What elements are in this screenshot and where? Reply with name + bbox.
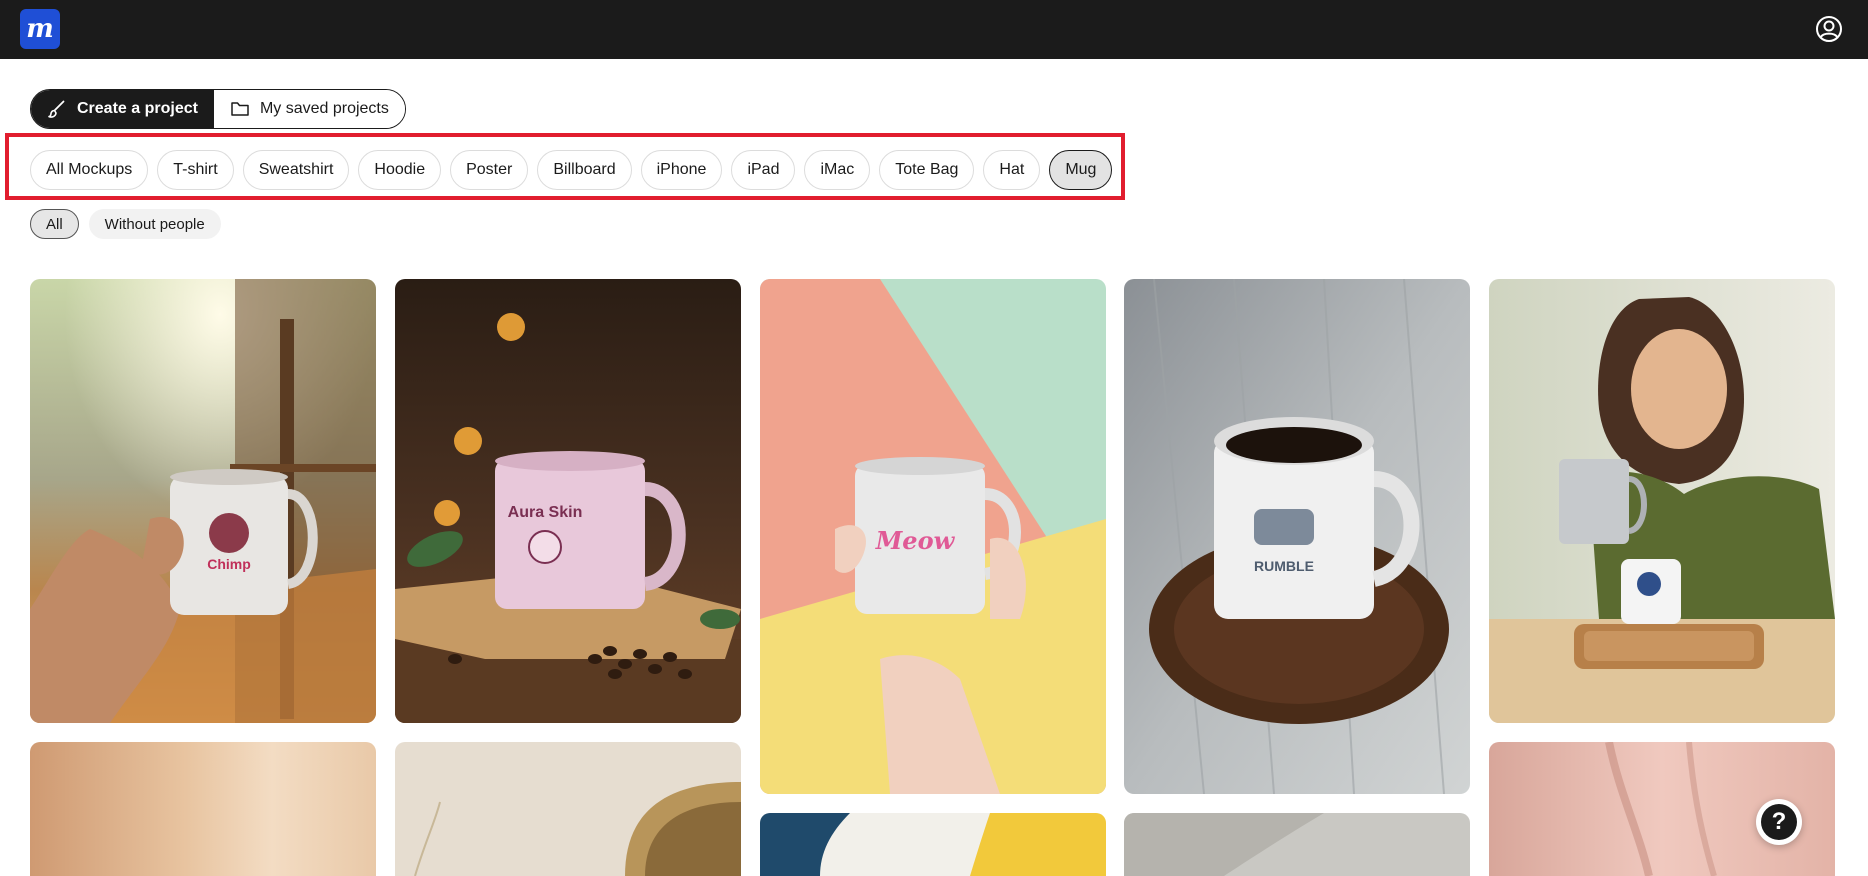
create-project-button[interactable]: Create a project (31, 90, 214, 128)
mockup-card[interactable]: Meow (760, 279, 1106, 794)
mockup-card[interactable]: RUMBLE (1124, 279, 1470, 794)
project-switcher: Create a project My saved projects (30, 89, 406, 129)
create-project-label: Create a project (77, 100, 198, 117)
brush-icon (48, 100, 65, 118)
people-filters: All Without people (30, 209, 221, 239)
mockup-image: Aura Skin (395, 279, 741, 723)
mockup-card[interactable] (1124, 813, 1470, 876)
category-chip-tote-bag[interactable]: Tote Bag (879, 150, 975, 190)
account-icon[interactable] (1814, 14, 1844, 44)
top-bar: m (0, 0, 1868, 59)
category-chips: All Mockups T-shirt Sweatshirt Hoodie Po… (30, 150, 1113, 190)
mug-logo-text: Chimp (207, 556, 251, 572)
category-chip-mug[interactable]: Mug (1049, 150, 1113, 190)
category-chip-iphone[interactable]: iPhone (640, 150, 723, 190)
category-chip-ipad[interactable]: iPad (731, 150, 796, 190)
app-logo[interactable]: m (20, 9, 60, 49)
category-chip-hoodie[interactable]: Hoodie (358, 150, 442, 190)
mockup-card[interactable] (30, 742, 376, 876)
filter-all[interactable]: All (30, 209, 79, 239)
category-chip-hat[interactable]: Hat (983, 150, 1041, 190)
mockup-image (1489, 279, 1835, 723)
category-chip-all-mockups[interactable]: All Mockups (30, 150, 149, 190)
mockup-image: RUMBLE (1124, 279, 1470, 794)
category-chip-imac[interactable]: iMac (804, 150, 871, 190)
mockup-image: Meow (760, 279, 1106, 794)
mockup-image: Chimp (30, 279, 376, 723)
saved-projects-button[interactable]: My saved projects (213, 90, 405, 128)
folder-icon (231, 102, 249, 116)
saved-projects-label: My saved projects (259, 100, 389, 117)
category-chip-billboard[interactable]: Billboard (537, 150, 632, 190)
mockup-card[interactable]: Chimp (30, 279, 376, 723)
mug-logo-text: RUMBLE (1254, 558, 1314, 574)
mug-logo-text: Meow (875, 526, 956, 555)
mug-logo-text: Aura Skin (508, 504, 583, 521)
mockup-image (1124, 813, 1470, 876)
category-chip-poster[interactable]: Poster (450, 150, 529, 190)
filter-without-people[interactable]: Without people (88, 209, 221, 239)
category-chip-sweatshirt[interactable]: Sweatshirt (242, 150, 350, 190)
help-button[interactable]: ? (1756, 799, 1802, 845)
mockup-card[interactable] (760, 813, 1106, 876)
mockup-image (760, 813, 1106, 876)
mockup-image (395, 742, 741, 876)
help-icon: ? (1761, 804, 1797, 840)
mockup-image (30, 742, 376, 876)
mockup-card[interactable]: Aura Skin (395, 279, 741, 723)
mockup-card[interactable] (395, 742, 741, 876)
category-chip-tshirt[interactable]: T-shirt (157, 150, 234, 190)
mockup-card[interactable] (1489, 279, 1835, 723)
